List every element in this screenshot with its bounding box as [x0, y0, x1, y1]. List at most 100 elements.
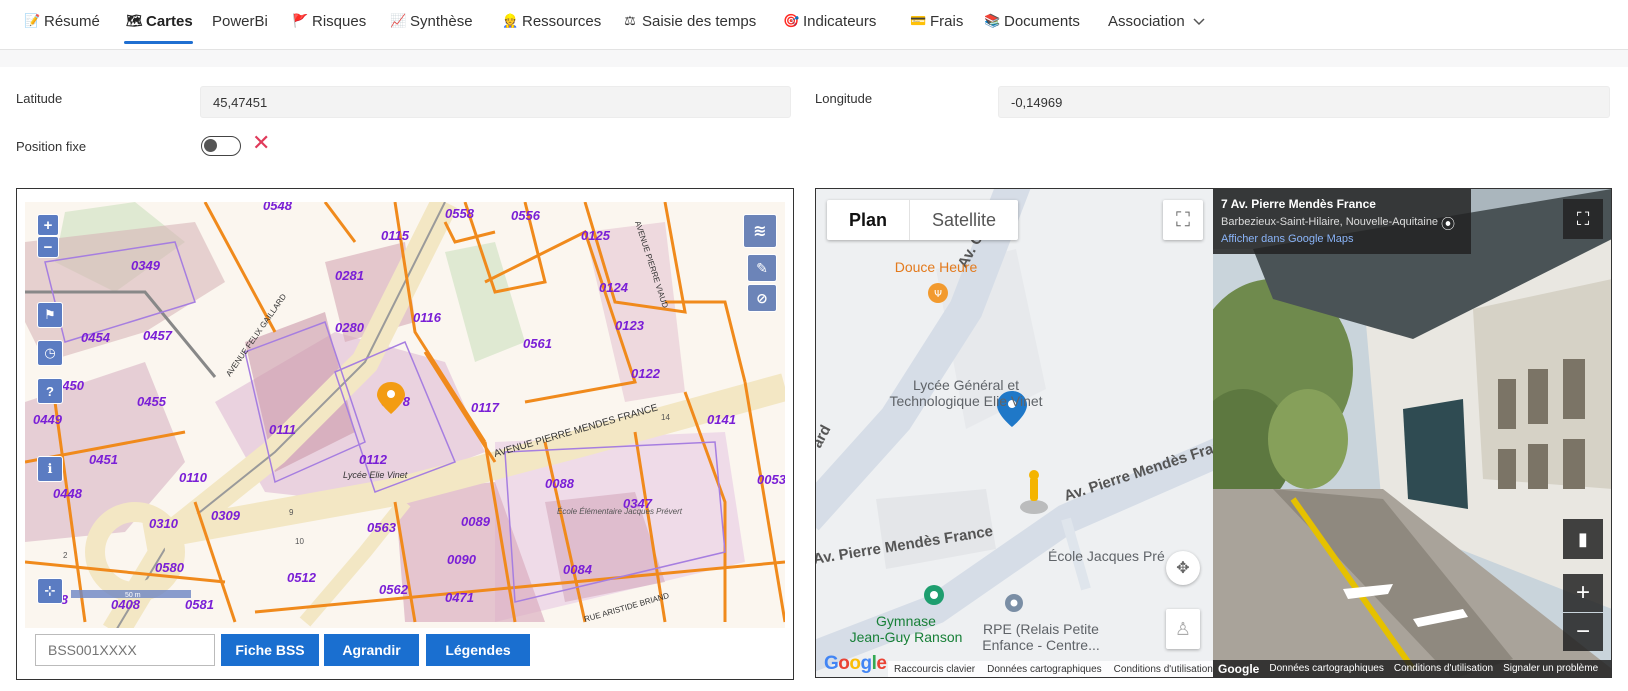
google-map[interactable]: Ψ Av. Pierre Mendès France Av. Pierre Me… — [815, 188, 1213, 678]
map-data-link[interactable]: Données cartographiques — [1269, 663, 1384, 674]
toggle-knob — [204, 139, 217, 152]
report-problem-link[interactable]: Signaler un problème — [1503, 663, 1598, 674]
parcel-label: 0580 — [155, 560, 185, 575]
timer-icon[interactable]: ◷ — [37, 340, 63, 366]
poi-restaurant[interactable]: Douce Heure — [876, 259, 996, 275]
zoom-out-button[interactable]: − — [1563, 613, 1603, 651]
poi-lycee-line: Lycée Général et — [912, 377, 1020, 393]
parcel-label: 0281 — [335, 268, 364, 283]
poi-lycee-line: Technologique Elie Vinet — [889, 393, 1043, 409]
parcel-label: 0449 — [33, 412, 63, 427]
parcel-label: 0563 — [367, 520, 397, 535]
parcel-label: 0457 — [143, 328, 173, 343]
tab-cartes[interactable]: 🗺 Cartes — [126, 0, 193, 42]
street-number: 9 — [289, 508, 294, 517]
terms-link[interactable]: Conditions d'utilisation — [1394, 663, 1493, 674]
info-icon[interactable]: ℹ — [37, 456, 63, 482]
address-title: 7 Av. Pierre Mendès France — [1221, 197, 1376, 211]
signpost-icon[interactable]: ⚑ — [37, 302, 63, 328]
books-icon: 📚 — [984, 13, 1001, 28]
tab-ressources[interactable]: 👷 Ressources — [502, 0, 601, 42]
parcel-label: 0115 — [381, 228, 410, 243]
parcel-label: 0556 — [511, 208, 541, 223]
parcel-label: 0448 — [53, 486, 83, 501]
clear-icon[interactable]: ✕ — [252, 132, 270, 154]
parcel-label: 0053 — [757, 472, 785, 487]
google-logo: Google — [1218, 661, 1260, 676]
tab-risques[interactable]: 🚩 Risques — [292, 0, 366, 42]
tab-indicateurs[interactable]: 🎯 Indicateurs — [783, 0, 876, 42]
parcel-label: 0548 — [263, 202, 293, 213]
terms-link[interactable]: Conditions d'utilisation — [1114, 664, 1213, 675]
poi-gym-line: Jean-Guy Ranson — [849, 629, 963, 645]
street-view-drawing — [1213, 189, 1611, 677]
tab-label: Risques — [312, 12, 367, 30]
street-view-footer: Google Données cartographiques Condition… — [1213, 660, 1611, 677]
scale-icon: ⚖ — [624, 13, 636, 28]
parcel-label: 0581 — [185, 597, 214, 612]
tab-powerbi[interactable]: PowerBi — [212, 0, 268, 42]
top-navigation: 📝 Résumé 🗺 Cartes PowerBi 🚩 Risques 📈 Sy… — [0, 0, 1628, 50]
latitude-field[interactable] — [200, 86, 791, 118]
camera-control-icon[interactable]: ✥ — [1166, 551, 1200, 585]
layers-icon[interactable]: ≋ — [743, 214, 777, 248]
longitude-field[interactable] — [998, 86, 1610, 118]
tab-label: Indicateurs — [803, 12, 877, 30]
zoom-out-button[interactable]: − — [37, 236, 59, 258]
poi-gymnase[interactable]: Gymnase Jean-Guy Ranson — [846, 613, 966, 645]
keyboard-shortcuts-link[interactable]: Raccourcis clavier — [894, 664, 975, 675]
pegman-icon[interactable]: ♙ — [1166, 609, 1200, 649]
plan-button[interactable]: Plan — [827, 200, 911, 240]
agrandir-button[interactable]: Agrandir — [324, 634, 419, 666]
address-card: 7 Av. Pierre Mendès France Barbezieux-Sa… — [1213, 189, 1471, 254]
fullscreen-icon[interactable]: ⛶ — [1163, 200, 1203, 240]
tab-synthese[interactable]: 📈 Synthèse — [390, 0, 473, 42]
map-data-link[interactable]: Données cartographiques — [987, 664, 1102, 675]
tab-label: Résumé — [44, 12, 100, 30]
fixed-position-label: Position fixe — [16, 139, 87, 154]
pencil-icon[interactable]: ✎ — [747, 254, 777, 282]
tab-saisie-des-temps[interactable]: ⚖ Saisie des temps — [622, 0, 756, 42]
legendes-button[interactable]: Légendes — [426, 634, 530, 666]
compass-icon[interactable]: ▮ — [1563, 519, 1603, 559]
search-info-icon[interactable]: ? — [37, 378, 63, 404]
tab-label: Association — [1108, 12, 1185, 30]
parcel-label: 0454 — [81, 330, 111, 345]
open-in-google-maps-link[interactable]: Afficher dans Google Maps — [1221, 233, 1463, 245]
poi-rpe[interactable]: RPE (Relais Petite Enfance - Centre... — [966, 621, 1116, 653]
satellite-button[interactable]: Satellite — [910, 200, 1018, 240]
bss-input[interactable] — [35, 634, 215, 666]
header-band — [0, 50, 1628, 67]
flag-icon: 🚩 — [292, 13, 309, 28]
tab-frais[interactable]: 💳 Frais — [910, 0, 963, 42]
fiche-bss-button[interactable]: Fiche BSS — [221, 634, 319, 666]
parcel-label: 0280 — [335, 320, 365, 335]
erase-icon[interactable]: ⊘ — [747, 284, 777, 312]
parcel-label: 0088 — [545, 476, 575, 491]
scale-label: 50 m — [125, 592, 141, 599]
street-number: 14 — [661, 413, 670, 422]
poi-lycee[interactable]: Lycée Général et Technologique Elie Vine… — [886, 377, 1046, 409]
tab-resume[interactable]: 📝 Résumé — [24, 0, 100, 42]
cadastre-map[interactable]: AVENUE PIERRE MENDES FRANCE AVENUE FELIX… — [25, 202, 785, 628]
zoom-in-button[interactable]: + — [1563, 574, 1603, 612]
parcel-label: 0122 — [631, 366, 661, 381]
street-view[interactable]: 7 Av. Pierre Mendès France Barbezieux-Sa… — [1213, 188, 1612, 678]
parcel-label: 0117 — [471, 400, 500, 415]
chevron-down-icon — [1193, 13, 1205, 29]
measure-icon[interactable]: ⊹ — [37, 578, 63, 604]
tab-documents[interactable]: 📚 Documents — [984, 0, 1080, 42]
fixed-position-toggle[interactable] — [201, 136, 241, 156]
place-label: École Élémentaire Jacques Prévert — [557, 507, 683, 516]
google-logo: Google — [824, 653, 887, 674]
card-icon: 💳 — [910, 13, 927, 28]
parcel-label: 0089 — [461, 514, 491, 529]
parcel-label: 0408 — [111, 597, 141, 612]
location-pin-icon[interactable]: ⦿ — [1435, 211, 1461, 237]
tab-association[interactable]: Association — [1108, 0, 1205, 42]
fullscreen-icon[interactable]: ⛶ — [1563, 199, 1603, 239]
parcel-label: 0310 — [149, 516, 179, 531]
zoom-in-button[interactable]: + — [37, 214, 59, 236]
parcel-label: 0561 — [523, 336, 552, 351]
tab-label: Synthèse — [410, 12, 473, 30]
